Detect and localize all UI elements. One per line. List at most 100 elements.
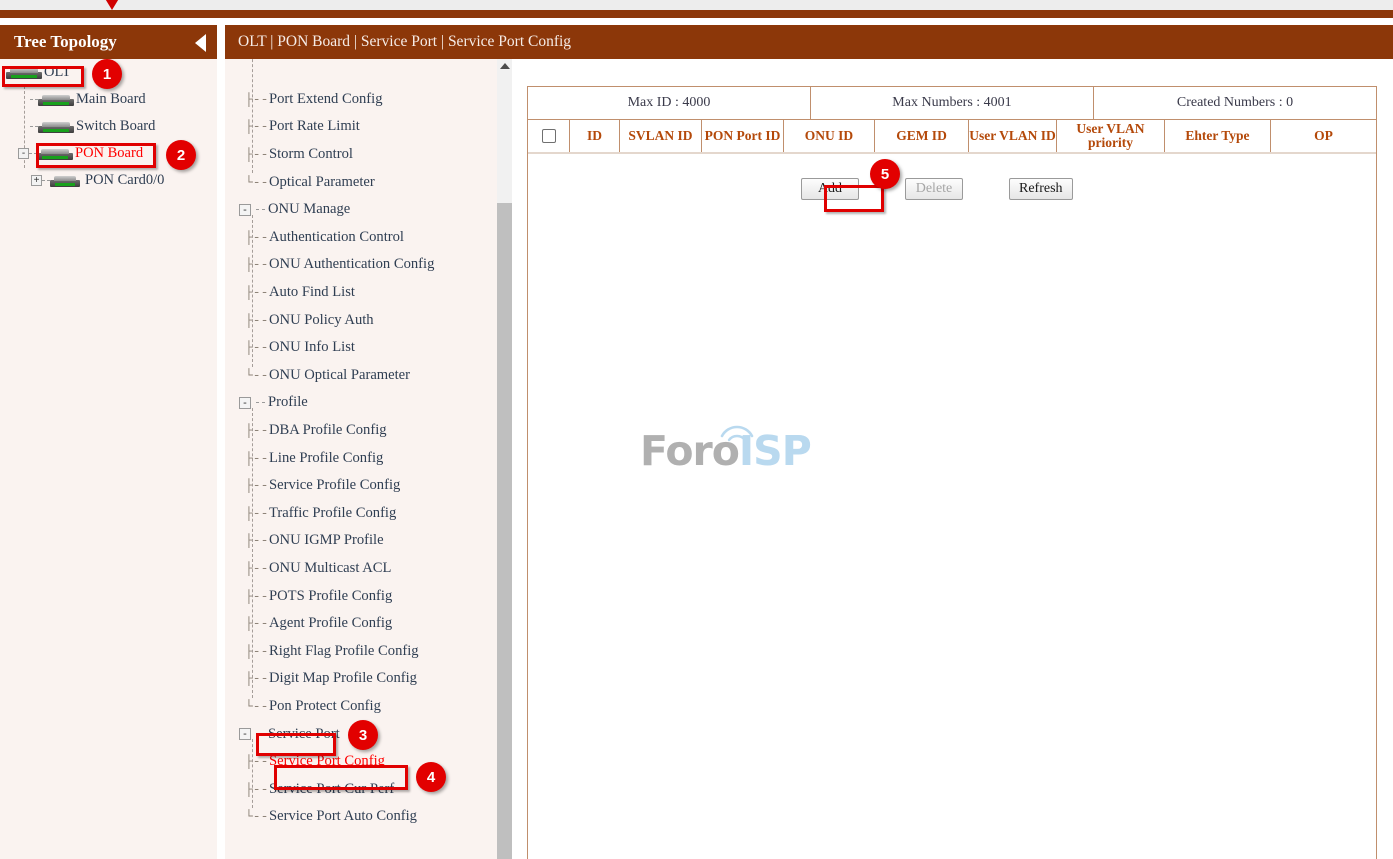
foroisp-watermark: ForoISP [640,427,790,489]
nav-item-label: ONU Info List [269,339,355,356]
nav-item-port-rate-limit[interactable]: ├--Port Rate Limit [225,113,497,141]
nav-item-dba-profile-config[interactable]: ├--DBA Profile Config [225,417,497,445]
nav-item-optical-parameter[interactable]: └--Optical Parameter [225,168,497,196]
column-header-id[interactable]: ID [570,120,620,152]
nav-item-onu-multicast-acl[interactable]: ├--ONU Multicast ACL [225,555,497,583]
nav-item-label: Digit Map Profile Config [269,670,417,687]
nav-branch-glyph: ├-- [245,555,267,583]
tree-topology-header: Tree Topology [0,25,217,59]
column-header-user-vlan-priority[interactable]: User VLAN priority [1057,120,1165,152]
top-gap [0,18,1393,25]
nav-item-service-port-auto-config[interactable]: └--Service Port Auto Config [225,803,497,831]
nav-item-label: ONU Optical Parameter [269,367,410,384]
nav-expander-icon[interactable]: - [239,728,251,740]
nav-branch-glyph: ├-- [245,500,267,528]
nav-item-service-profile-config[interactable]: ├--Service Profile Config [225,472,497,500]
checkbox-icon[interactable] [542,129,556,143]
top-accent-bar [0,10,1393,18]
nav-branch-glyph: ├-- [245,527,267,555]
nav-item-service-port-cur-perf[interactable]: ├--Service Port Cur Perf [225,775,497,803]
column-header-pon-port-id[interactable]: PON Port ID [702,120,784,152]
nav-item-onu-igmp-profile[interactable]: ├--ONU IGMP Profile [225,527,497,555]
nav-item-pon-protect-config[interactable]: └--Pon Protect Config [225,693,497,721]
nav-branch-glyph: ├-- [245,334,267,362]
column-header-ehter-type[interactable]: Ehter Type [1165,120,1271,152]
nav-scrollbar[interactable] [497,58,512,859]
nav-dash [256,402,265,403]
nav-item-label: Pon Protect Config [269,698,381,715]
tree-node-label: OLT [43,64,71,81]
tree-node-switch-board[interactable]: Switch Board [0,113,217,140]
nav-group-onu-manage[interactable]: - ONU Manage [225,196,497,224]
nav-item-onu-info-list[interactable]: ├--ONU Info List [225,334,497,362]
nav-item-digit-map-profile-config[interactable]: ├--Digit Map Profile Config [225,665,497,693]
select-all-cell[interactable] [528,120,570,152]
nav-item-onu-policy-auth[interactable]: ├--ONU Policy Auth [225,306,497,334]
nav-item-label: POTS Profile Config [269,588,392,605]
column-header-onu-id[interactable]: ONU ID [784,120,875,152]
nav-branch-glyph: ├-- [245,417,267,445]
nav-item-label: DBA Profile Config [269,422,387,439]
column-header-user-vlan-id[interactable]: User VLAN ID [969,120,1057,152]
breadcrumb: OLT | PON Board | Service Port | Service… [225,25,1393,59]
nav-item-cut[interactable]: ├-- [225,58,497,86]
main-content: Max ID : 4000 Max Numbers : 4001 Created… [512,59,1393,859]
nav-branch-glyph: ├-- [245,582,267,610]
nav-item-auto-find-list[interactable]: ├--Auto Find List [225,279,497,307]
tree-dash [42,180,50,181]
tree-node-main-board[interactable]: Main Board [0,86,217,113]
down-arrow-marker-icon [101,0,123,10]
tree-node-olt[interactable]: OLT [0,59,217,86]
nav-item-label: Right Flag Profile Config [269,643,419,660]
delete-button: Delete [905,178,963,200]
tree-topology-title: Tree Topology [14,32,117,51]
collapse-left-icon[interactable] [195,34,206,52]
nav-item-right-flag-profile-config[interactable]: ├--Right Flag Profile Config [225,637,497,665]
nav-expander-icon[interactable]: - [239,204,251,216]
nav-item-line-profile-config[interactable]: ├--Line Profile Config [225,444,497,472]
nav-branch-glyph: └-- [245,362,267,390]
nav-item-label: Port Extend Config [269,91,383,108]
nav-branch-glyph: ├-- [245,279,267,307]
nav-item-service-port-config[interactable]: ├--Service Port Config [225,748,497,776]
nav-group-profile[interactable]: -Profile [225,389,497,417]
nav-branch-glyph: ├-- [245,86,267,114]
scroll-up-arrow-icon[interactable] [500,63,510,69]
nav-connector-line [252,739,253,808]
add-button[interactable]: Add [801,178,859,200]
nav-item-onu-authentication-config[interactable]: ├--ONU Authentication Config [225,251,497,279]
nav-expander-icon[interactable]: - [239,397,251,409]
column-header-gem-id[interactable]: GEM ID [875,120,969,152]
expand-expander-icon[interactable]: + [31,175,42,186]
collapse-expander-icon[interactable]: - [18,148,29,159]
nav-item-label: Service Port [268,726,340,743]
nav-item-label: ONU Manage [268,201,350,218]
tree-node-pon-board[interactable]: - PON Board [0,140,217,167]
nav-branch-glyph: ├-- [245,113,267,141]
refresh-button[interactable]: Refresh [1009,178,1073,200]
nav-item-storm-control[interactable]: ├--Storm Control [225,141,497,169]
scrollbar-thumb[interactable] [497,203,512,859]
tree-node-label: PON Card0/0 [81,172,164,189]
nav-item-label: Auto Find List [269,284,355,301]
nav-item-onu-optical-parameter[interactable]: └--ONU Optical Parameter [225,362,497,390]
nav-item-port-extend-config[interactable]: ├--Port Extend Config [225,86,497,114]
nav-item-label: ONU IGMP Profile [269,532,384,549]
nav-item-label: Service Port Cur Perf [269,781,394,798]
nav-branch-glyph: ├-- [245,665,267,693]
nav-branch-glyph: └-- [245,803,267,831]
column-header-svlan-id[interactable]: SVLAN ID [620,120,702,152]
tree-node-label: Switch Board [75,118,155,135]
nav-item-traffic-profile-config[interactable]: ├--Traffic Profile Config [225,500,497,528]
tree-topology-list: OLT Main Board Switch Board - [0,59,217,194]
column-header-op[interactable]: OP [1271,120,1376,152]
tree-node-pon-card[interactable]: + PON Card0/0 [0,167,217,194]
nav-item-authentication-control[interactable]: ├--Authentication Control [225,224,497,252]
nav-item-agent-profile-config[interactable]: ├--Agent Profile Config [225,610,497,638]
nav-item-pots-profile-config[interactable]: ├--POTS Profile Config [225,582,497,610]
tree-dash [30,99,38,100]
nav-branch-glyph: ├-- [245,306,267,334]
nav-branch-glyph: └-- [245,168,267,196]
nav-group-service-port[interactable]: - Service Port [225,720,497,748]
device-icon [37,147,73,160]
